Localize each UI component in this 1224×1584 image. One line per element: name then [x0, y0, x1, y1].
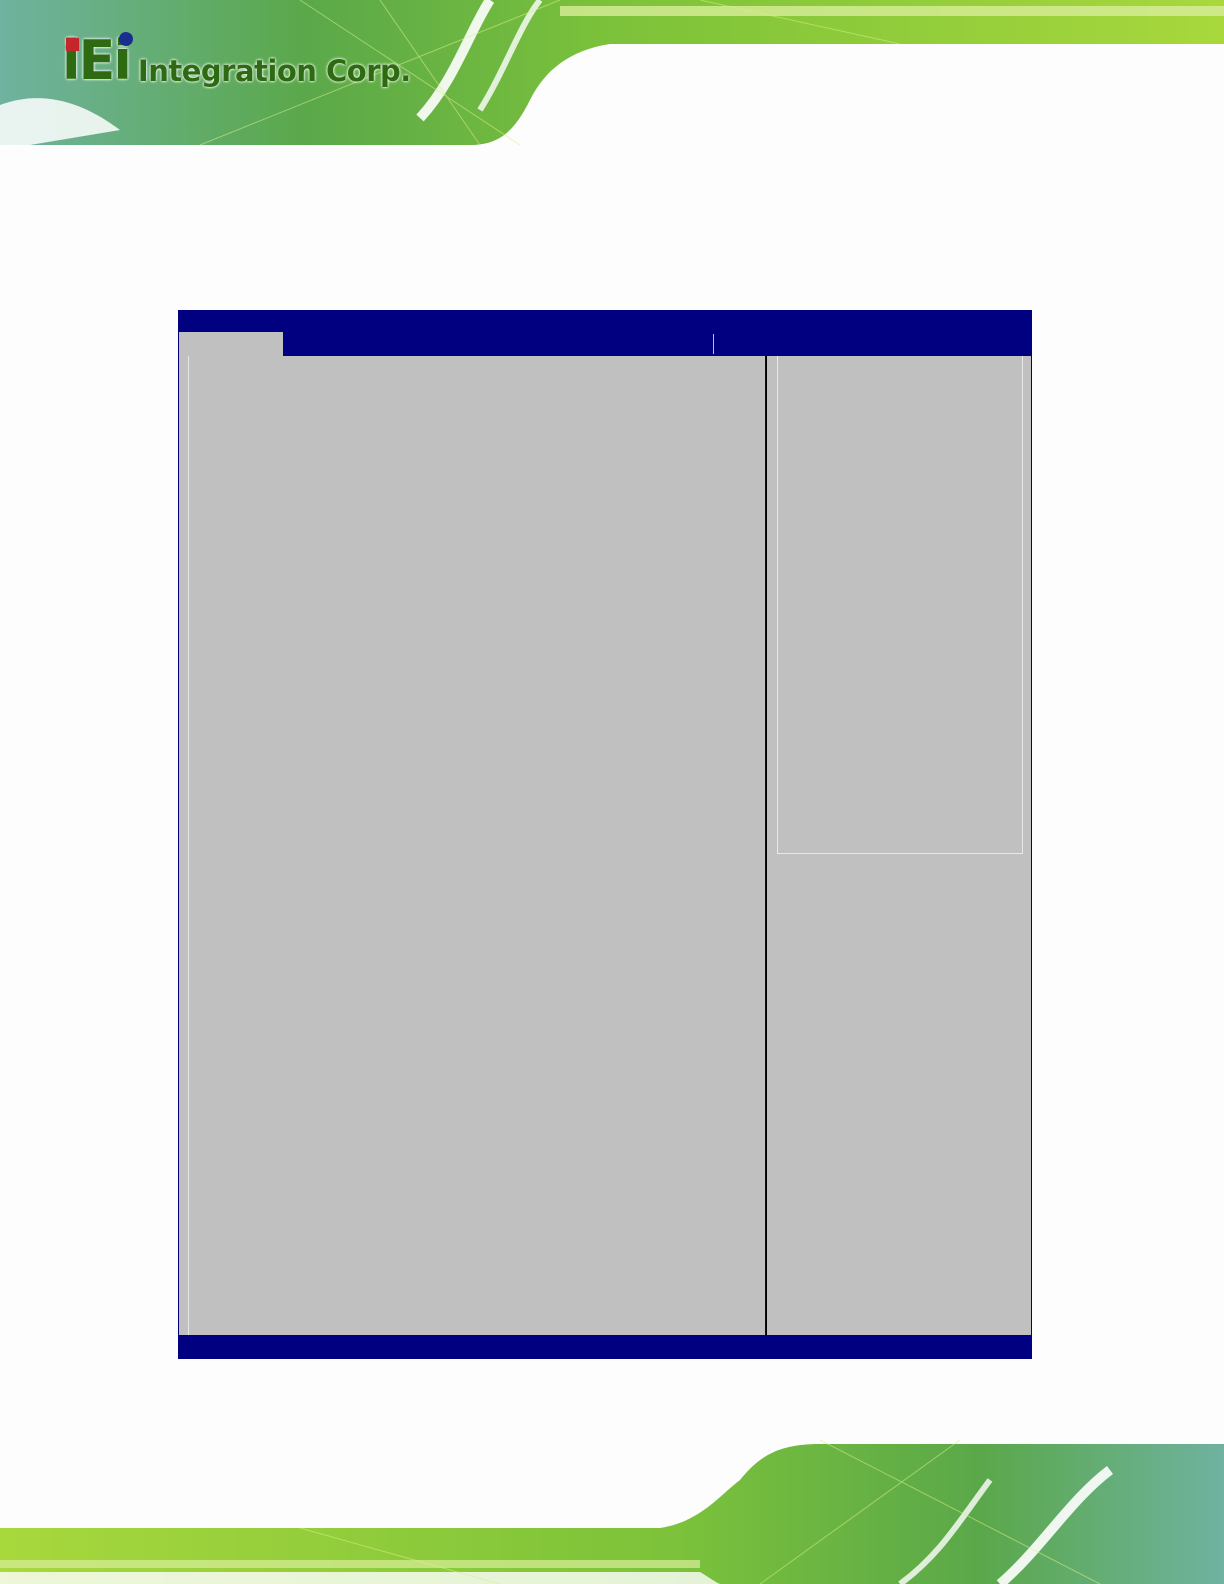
bios-screen: [178, 310, 1032, 1359]
help-panel: [766, 356, 1031, 1335]
status-bar: [178, 1335, 1032, 1359]
logo-blue-dot: [119, 32, 133, 46]
tab-divider: [713, 334, 714, 354]
settings-panel: [179, 356, 765, 1335]
tab-strip: [178, 332, 1032, 356]
help-box: [777, 356, 1023, 854]
company-logo: iEi Integration Corp.: [62, 32, 411, 88]
bios-title: [178, 310, 1032, 332]
tab-active[interactable]: [179, 332, 283, 356]
footer-banner: [0, 1440, 1224, 1584]
logo-text: Integration Corp.: [137, 54, 411, 88]
logo-red-square: [66, 38, 79, 51]
